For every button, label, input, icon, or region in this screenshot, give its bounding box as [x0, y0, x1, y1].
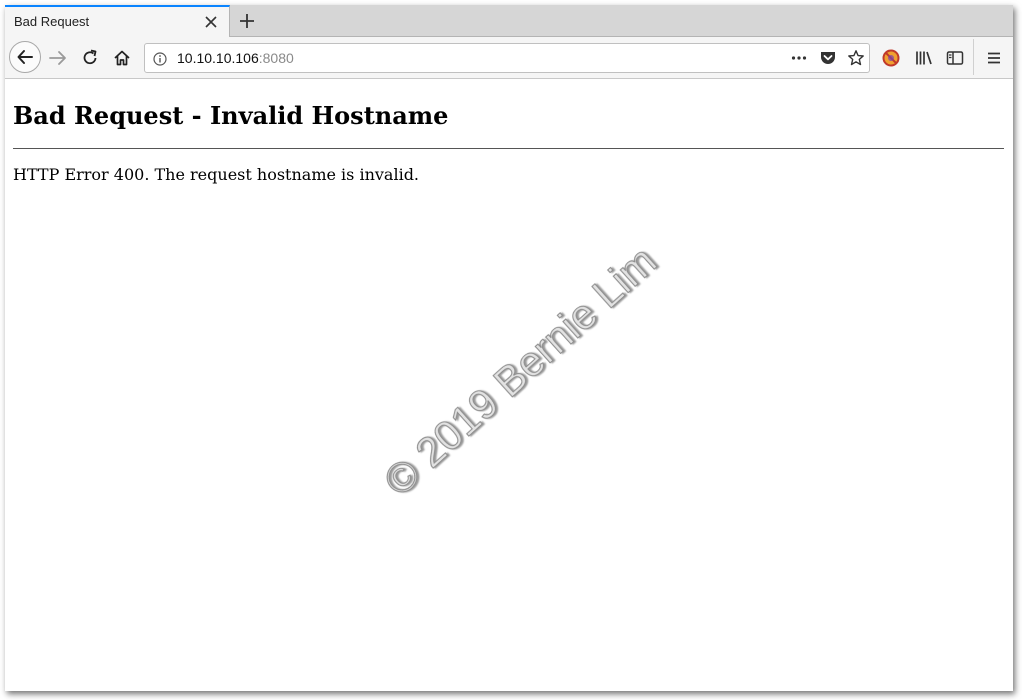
- url-bar[interactable]: 10.10.10.106:8080: [144, 43, 870, 73]
- page-heading: Bad Request - Invalid Hostname: [13, 101, 449, 130]
- url-port: :8080: [258, 50, 294, 66]
- plus-icon[interactable]: [237, 11, 257, 31]
- home-icon[interactable]: [112, 48, 132, 72]
- library-icon[interactable]: [914, 48, 934, 72]
- hamburger-menu-icon[interactable]: [984, 48, 1004, 72]
- tab-bad-request[interactable]: Bad Request: [5, 5, 230, 37]
- close-icon[interactable]: [203, 14, 219, 30]
- navigation-toolbar: 10.10.10.106:8080: [5, 37, 1013, 79]
- page-content: Bad Request - Invalid Hostname HTTP Erro…: [5, 79, 1013, 691]
- forward-arrow-icon[interactable]: [48, 48, 68, 72]
- info-icon[interactable]: [153, 51, 167, 70]
- star-icon[interactable]: [847, 49, 865, 71]
- blocked-extension-icon[interactable]: [881, 48, 901, 72]
- browser-window: Bad Request 10.10.10.106:8080 Bad Reques…: [5, 5, 1013, 691]
- pocket-icon[interactable]: [819, 49, 837, 71]
- back-arrow-icon[interactable]: [9, 41, 41, 73]
- tab-strip: Bad Request: [5, 5, 1013, 37]
- more-horizontal-icon[interactable]: [790, 50, 808, 70]
- url-host: 10.10.10.106: [177, 50, 259, 66]
- url-text[interactable]: 10.10.10.106:8080: [177, 50, 294, 66]
- sidebar-icon[interactable]: [945, 48, 965, 72]
- toolbar-separator: [973, 39, 974, 75]
- reload-icon[interactable]: [80, 48, 100, 72]
- tab-title: Bad Request: [14, 14, 90, 29]
- horizontal-rule: [13, 148, 1004, 149]
- error-message: HTTP Error 400. The request hostname is …: [13, 165, 420, 184]
